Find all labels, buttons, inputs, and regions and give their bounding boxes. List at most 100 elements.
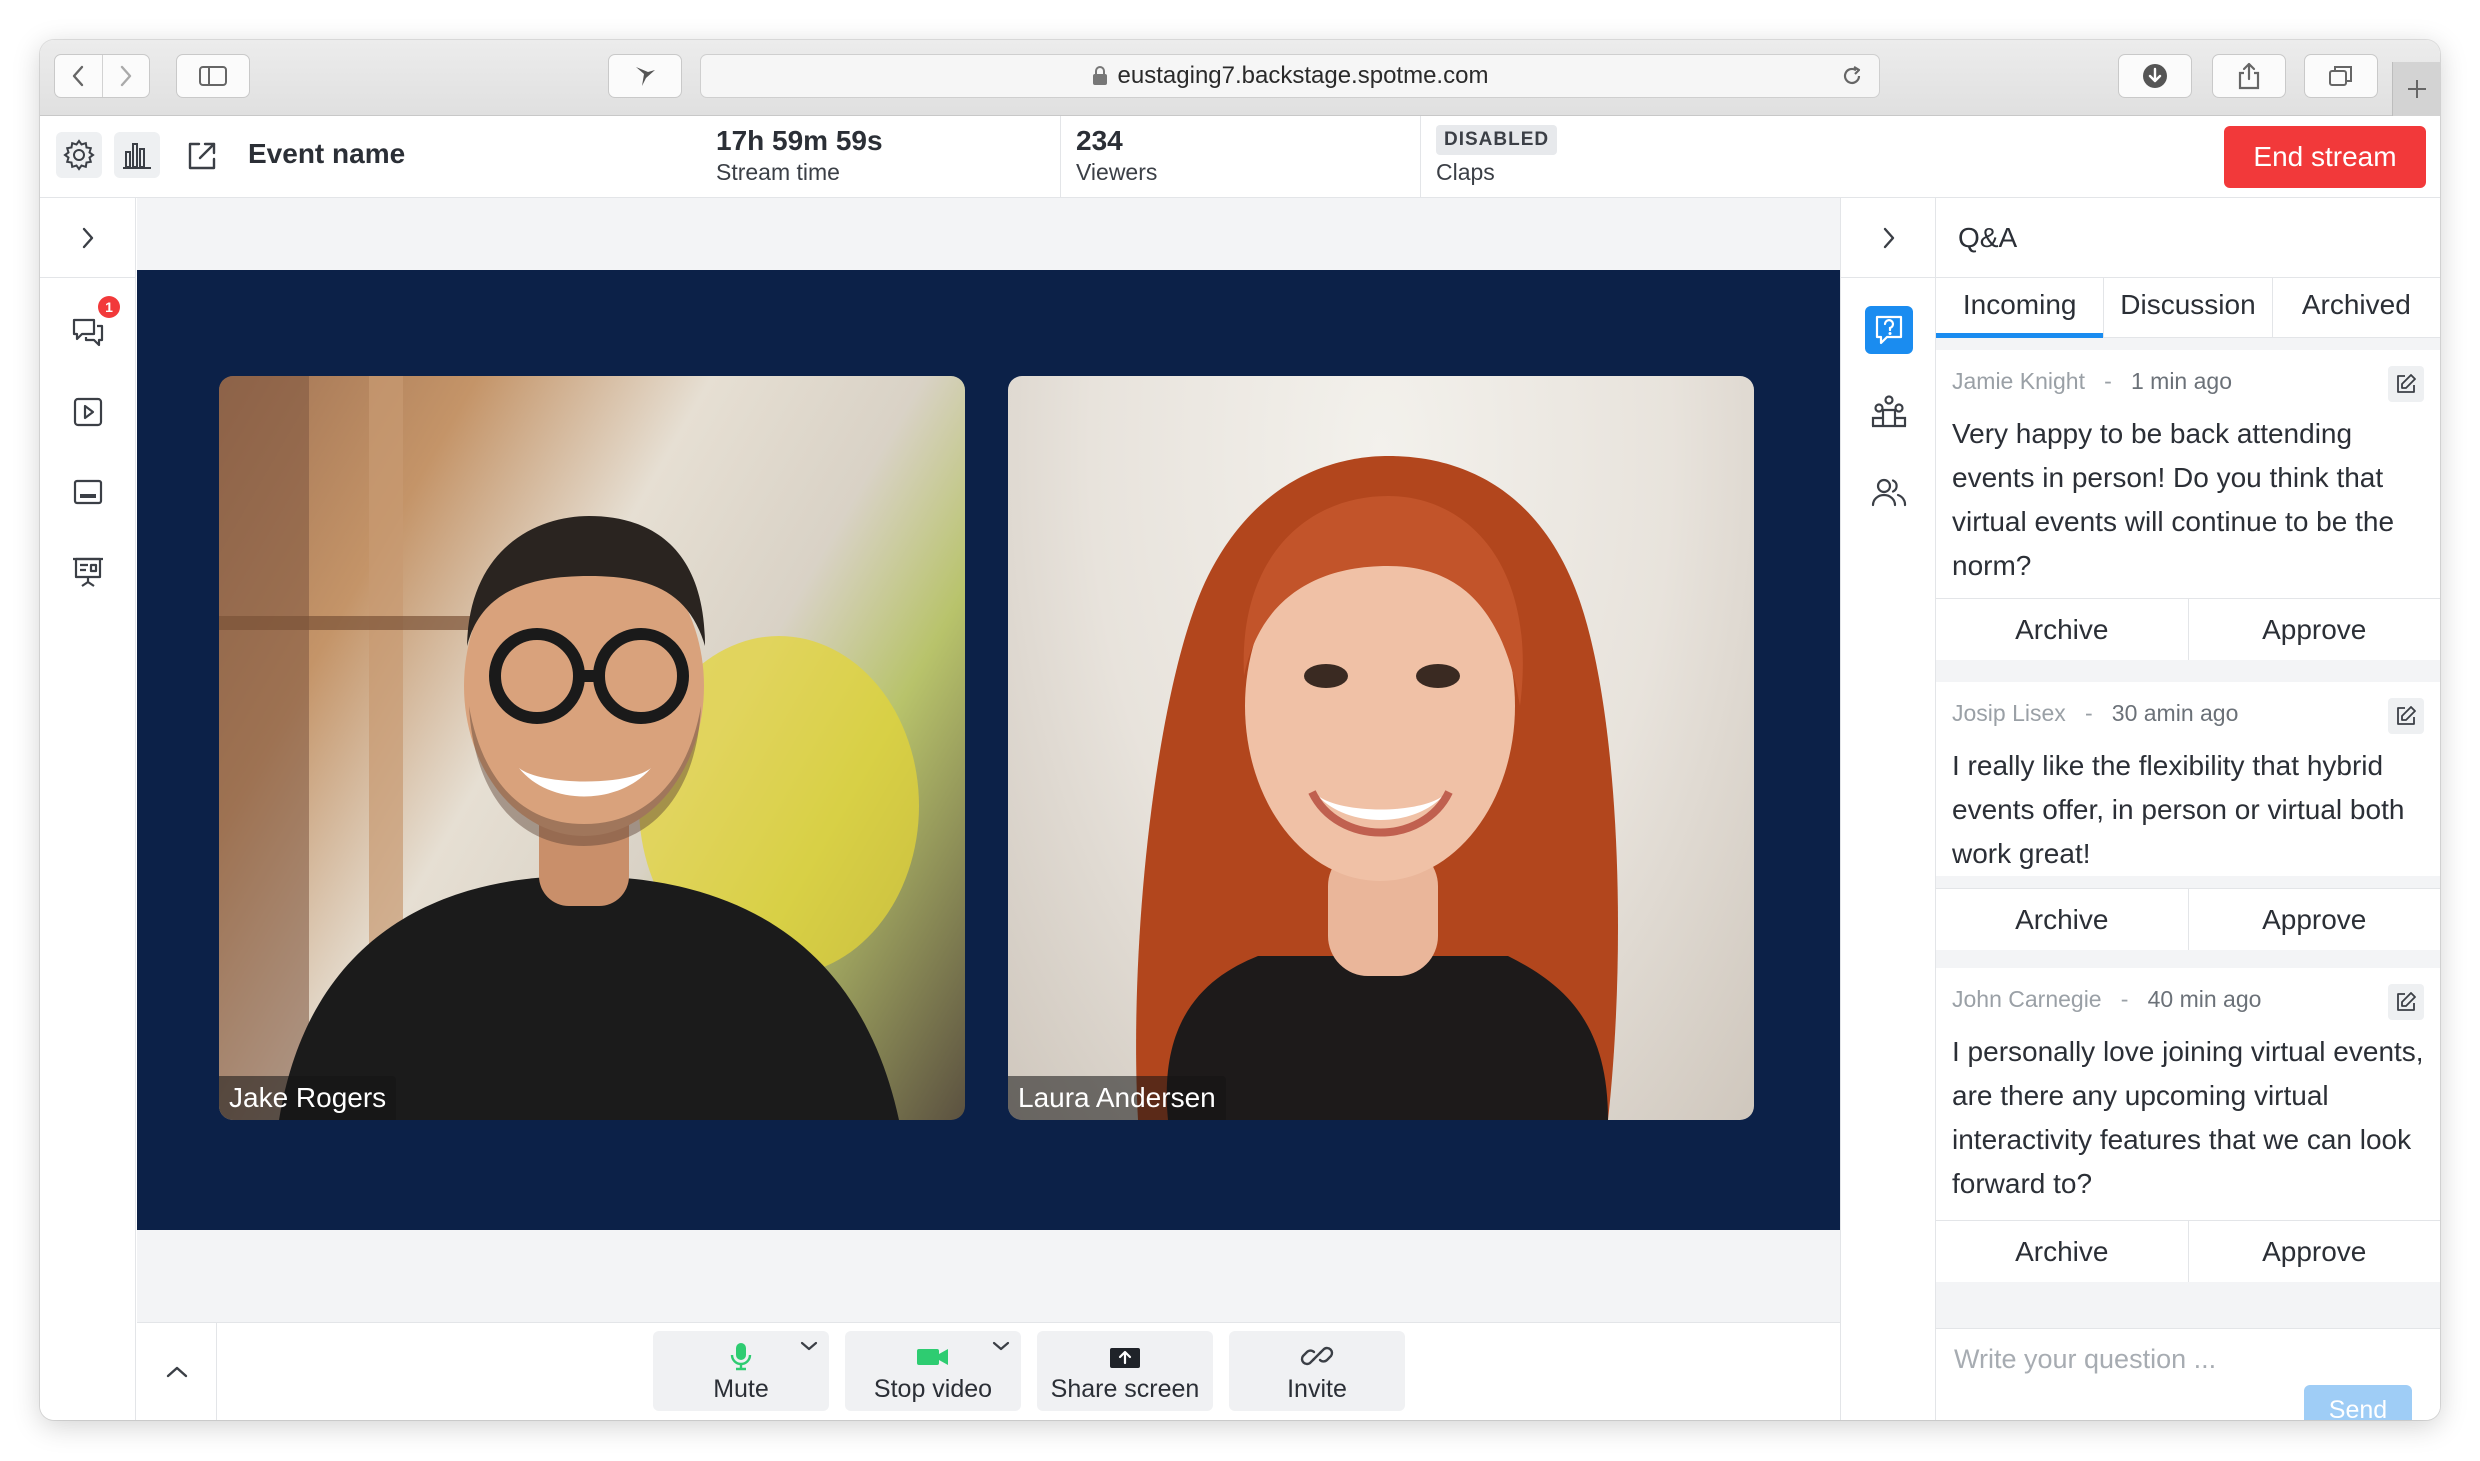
edit-question-button[interactable]: [2388, 984, 2424, 1020]
expand-left-panel-button[interactable]: [40, 198, 136, 278]
archive-button[interactable]: Archive: [1936, 1221, 2188, 1282]
approve-button[interactable]: Approve: [2187, 1221, 2440, 1282]
question-actions: Archive Approve: [1936, 1220, 2440, 1282]
invite-button[interactable]: Invite: [1229, 1331, 1405, 1411]
question-text: I personally love joining virtual events…: [1952, 1036, 2424, 1199]
archive-button[interactable]: Archive: [1936, 599, 2188, 660]
chat-nav-button[interactable]: [68, 312, 108, 352]
question-time: 40 min ago: [2147, 986, 2262, 1012]
stream-header: Event name 17h 59m 59s Stream time 234 V…: [40, 116, 2440, 198]
chevron-down-icon: [800, 1341, 818, 1351]
new-tab-button[interactable]: [2392, 62, 2440, 116]
question-actions: Archive Approve: [1936, 888, 2440, 950]
viewers-value: 234: [1076, 125, 1123, 156]
stage-bottom-strip: [137, 1230, 1840, 1322]
lock-icon: [1092, 66, 1108, 86]
right-sidebar: [1840, 198, 1937, 1420]
video-canvas: Jake Rogers Laura Andersen: [137, 270, 1840, 1230]
tab-archived[interactable]: Archived: [2271, 278, 2440, 337]
share-screen-button[interactable]: Share screen: [1037, 1331, 1213, 1411]
reload-icon[interactable]: [1839, 63, 1865, 96]
claps-label: Claps: [1436, 159, 1495, 185]
meta-separator: -: [2091, 368, 2125, 394]
browser-toolbar: eustaging7.backstage.spotme.com: [40, 40, 2440, 116]
viewers-label: Viewers: [1076, 159, 1158, 185]
analytics-button[interactable]: [114, 132, 160, 178]
tab-discussion[interactable]: Discussion: [2103, 278, 2271, 337]
qa-tabs: Incoming Discussion Archived: [1936, 278, 2440, 338]
question-card: Jamie Knight - 1 min ago Very happy to b…: [1936, 350, 2440, 660]
open-external-button[interactable]: [182, 136, 222, 176]
question-chat-icon: [1875, 315, 1903, 345]
settings-button[interactable]: [56, 132, 102, 178]
share-screen-icon: [1037, 1341, 1213, 1371]
media-nav-button[interactable]: [68, 392, 108, 432]
question-card: Josip Lisex - 30 amin ago I really like …: [1936, 682, 2440, 950]
mute-button[interactable]: Mute: [653, 1331, 829, 1411]
presentation-icon: [73, 557, 103, 587]
browser-window: eustaging7.backstage.spotme.com Event na…: [40, 40, 2440, 1420]
attendees-panel-button[interactable]: [1865, 468, 1913, 516]
archive-button[interactable]: Archive: [1936, 889, 2188, 950]
end-stream-button[interactable]: End stream: [2224, 126, 2426, 188]
question-time: 1 min ago: [2130, 368, 2232, 394]
back-button[interactable]: [55, 55, 102, 97]
qa-panel-button[interactable]: [1865, 306, 1913, 354]
edit-icon: [2397, 706, 2416, 725]
question-input[interactable]: [1954, 1339, 2414, 1379]
question-actions: Archive Approve: [1936, 598, 2440, 660]
plus-icon: [2407, 80, 2426, 98]
send-button[interactable]: Send: [2304, 1385, 2412, 1420]
bird-icon: [636, 67, 655, 86]
external-link-icon: [188, 142, 216, 170]
question-meta: Jamie Knight - 1 min ago: [1952, 368, 2232, 395]
stage-area: Jake Rogers Laura Andersen: [137, 198, 1840, 1420]
sidebar-toggle-button[interactable]: [176, 54, 250, 98]
participant-tile[interactable]: Jake Rogers: [219, 376, 965, 1120]
edit-question-button[interactable]: [2388, 366, 2424, 402]
question-author: John Carnegie: [1952, 986, 2102, 1012]
stream-time-label: Stream time: [716, 159, 840, 185]
mute-label: Mute: [713, 1375, 769, 1403]
downloads-button[interactable]: [2118, 54, 2192, 98]
edit-icon: [2397, 374, 2416, 393]
banner-nav-button[interactable]: [68, 472, 108, 512]
extension-button[interactable]: [608, 54, 682, 98]
qa-panel: Q&A Incoming Discussion Archived Jamie K…: [1936, 198, 2440, 1420]
speakers-panel-button[interactable]: [1865, 388, 1913, 436]
collapse-controls-button[interactable]: [137, 1323, 217, 1420]
divider: [1060, 116, 1061, 198]
participant-name-tag: Laura Andersen: [1008, 1076, 1226, 1120]
share-icon: [2238, 62, 2260, 90]
bar-chart-icon: [123, 143, 151, 169]
forward-button[interactable]: [101, 55, 149, 97]
address-bar[interactable]: eustaging7.backstage.spotme.com: [700, 54, 1880, 98]
question-meta: Josip Lisex - 30 amin ago: [1952, 700, 2238, 727]
approve-button[interactable]: Approve: [2187, 889, 2440, 950]
stream-time-value: 17h 59m 59s: [716, 125, 883, 156]
edit-icon: [2397, 992, 2416, 1011]
link-icon: [1229, 1341, 1405, 1371]
edit-question-button[interactable]: [2388, 698, 2424, 734]
share-button[interactable]: [2212, 54, 2286, 98]
stop-video-button[interactable]: Stop video: [845, 1331, 1021, 1411]
left-sidebar: 1: [40, 198, 136, 1420]
chevron-down-icon: [992, 1341, 1010, 1351]
tabs-icon: [2329, 66, 2352, 86]
chevron-right-icon: [82, 227, 94, 248]
claps-stat: DISABLED Claps: [1436, 124, 1558, 190]
tab-incoming[interactable]: Incoming: [1936, 278, 2104, 338]
collapse-right-panel-button[interactable]: [1841, 198, 1937, 278]
sidebar-icon: [199, 66, 227, 86]
podium-people-icon: [1871, 395, 1907, 428]
mute-options-caret[interactable]: [799, 1339, 819, 1358]
question-author: Jamie Knight: [1952, 368, 2085, 394]
question-text: Very happy to be back attending events i…: [1952, 418, 2395, 581]
question-text: I really like the flexibility that hybri…: [1952, 750, 2405, 869]
tab-overview-button[interactable]: [2304, 54, 2378, 98]
approve-button[interactable]: Approve: [2187, 599, 2440, 660]
participant-name-tag: Jake Rogers: [219, 1076, 397, 1120]
presentation-nav-button[interactable]: [68, 552, 108, 592]
participant-tile[interactable]: Laura Andersen: [1008, 376, 1754, 1120]
video-options-caret[interactable]: [991, 1339, 1011, 1358]
